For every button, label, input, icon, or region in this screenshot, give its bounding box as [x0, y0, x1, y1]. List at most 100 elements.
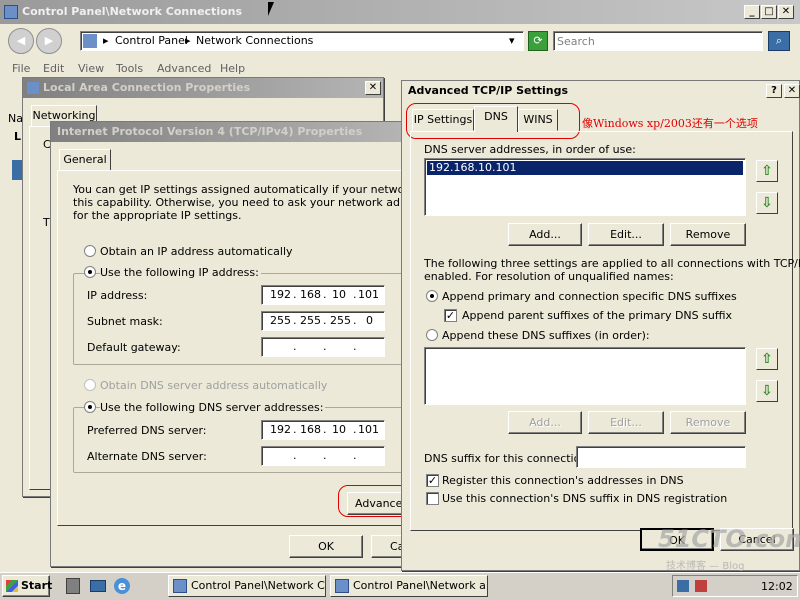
close-button[interactable]: ✕: [778, 5, 794, 19]
dropdown-icon[interactable]: ▾: [509, 34, 515, 47]
address-crumb-2[interactable]: Network Connections: [196, 34, 313, 47]
ip-octet: 168: [300, 288, 321, 301]
taskbar-item-network-adapters[interactable]: Control Panel\Network a...: [330, 575, 488, 597]
dns-servers-list[interactable]: 192.168.10.101: [424, 158, 746, 216]
use-following-ip-label[interactable]: Use the following IP address:: [100, 266, 261, 279]
watermark-sub: 技术博客 — Blog: [666, 561, 745, 572]
menu-tools[interactable]: Tools: [116, 62, 143, 75]
minimize-button[interactable]: _: [744, 5, 760, 19]
taskbar-item-network-connections[interactable]: Control Panel\Network C...: [168, 575, 326, 597]
menu-view[interactable]: View: [78, 62, 104, 75]
dns-edit-label: Edit...: [610, 228, 642, 241]
use-suffix-registration-label[interactable]: Use this connection's DNS suffix in DNS …: [442, 492, 727, 505]
move-down-button[interactable]: ⇩: [756, 192, 778, 214]
append-these-radio[interactable]: [426, 329, 438, 341]
address-crumb-1[interactable]: Control Panel: [115, 34, 188, 47]
menu-edit[interactable]: Edit: [43, 62, 64, 75]
suffix-move-down-button[interactable]: ⇩: [756, 380, 778, 402]
menu-bar: File Edit View Tools Advanced Help: [0, 60, 800, 78]
append-parent-checkbox[interactable]: ✓: [444, 309, 457, 322]
advanced-tcpip-dialog: Advanced TCP/IP Settings ? ✕ IP Settings…: [401, 80, 800, 572]
register-addresses-label[interactable]: Register this connection's addresses in …: [442, 474, 684, 487]
forward-button[interactable]: ▶: [36, 28, 62, 54]
refresh-button[interactable]: ⟳: [528, 31, 548, 51]
obtain-dns-auto-radio: [84, 379, 96, 391]
quicklaunch-server-icon[interactable]: [66, 578, 80, 594]
suffix-add-button[interactable]: Add...: [508, 411, 582, 434]
obtain-ip-auto-radio[interactable]: [84, 245, 96, 257]
suffix-edit-button[interactable]: Edit...: [588, 411, 664, 434]
advanced-close-button[interactable]: ✕: [784, 84, 800, 98]
use-suffix-registration-checkbox[interactable]: [426, 492, 439, 505]
menu-file[interactable]: File: [12, 62, 30, 75]
menu-advanced[interactable]: Advanced: [157, 62, 211, 75]
suffix-remove-button[interactable]: Remove: [670, 411, 746, 434]
ipv4-ok-button[interactable]: OK: [289, 535, 363, 558]
use-following-ip-radio[interactable]: [84, 266, 96, 278]
ipv4-title: Internet Protocol Version 4 (TCP/IPv4) P…: [57, 125, 363, 138]
quicklaunch-ie-icon[interactable]: e: [114, 578, 130, 594]
dns-add-label: Add...: [529, 228, 561, 241]
tab-general[interactable]: General: [59, 149, 111, 171]
subnet-mask-field[interactable]: 255 . 255 . 255 . 0: [261, 311, 385, 331]
dns-server-item[interactable]: 192.168.10.101: [427, 161, 743, 175]
address-bar[interactable]: ▸ Control Panel ▸ Network Connections ▾: [80, 31, 524, 51]
ipv4-titlebar: Internet Protocol Version 4 (TCP/IPv4) P…: [51, 122, 409, 142]
register-addresses-checkbox[interactable]: ✓: [426, 474, 439, 487]
obtain-ip-auto-label[interactable]: Obtain an IP address automatically: [100, 245, 293, 258]
quicklaunch-desktop-icon[interactable]: [90, 580, 106, 592]
ip-octet: 168: [300, 423, 321, 436]
ip-dot: .: [293, 340, 297, 353]
lan-close-button[interactable]: ✕: [365, 81, 381, 95]
ip-dot: .: [293, 314, 297, 327]
ip-dot: .: [323, 449, 327, 462]
use-following-dns-radio[interactable]: [84, 401, 96, 413]
network-tray-icon[interactable]: [677, 580, 689, 592]
append-primary-label[interactable]: Append primary and connection specific D…: [442, 290, 737, 303]
suffix-move-up-button[interactable]: ⇧: [756, 348, 778, 370]
ip-dot: .: [353, 449, 357, 462]
preferred-dns-field[interactable]: 192 . 168 . 10 . 101: [261, 420, 385, 440]
back-button[interactable]: ◀: [8, 28, 34, 54]
alternate-dns-field[interactable]: . . .: [261, 446, 385, 466]
append-these-label[interactable]: Append these DNS suffixes (in order):: [442, 329, 650, 342]
start-button[interactable]: Start: [2, 575, 52, 597]
network-icon: [12, 160, 22, 180]
append-parent-label[interactable]: Append parent suffixes of the primary DN…: [462, 309, 732, 322]
dns-servers-label: DNS server addresses, in order of use:: [424, 143, 636, 156]
info-text-line-2: enabled. For resolution of unqualified n…: [424, 270, 674, 283]
dns-add-button[interactable]: Add...: [508, 223, 582, 246]
back-arrow-icon: ◀: [16, 34, 26, 47]
sidebar-text: L: [14, 130, 22, 143]
suffix-remove-label: Remove: [685, 416, 731, 429]
dns-suffixes-list[interactable]: [424, 347, 746, 405]
help-button[interactable]: ?: [766, 84, 782, 98]
shield-tray-icon[interactable]: [695, 580, 707, 592]
default-gateway-label: Default gateway:: [87, 341, 181, 354]
dns-edit-button[interactable]: Edit...: [588, 223, 664, 246]
dns-suffix-field[interactable]: [576, 446, 746, 468]
ip-octet: 101: [358, 288, 379, 301]
menu-help[interactable]: Help: [220, 62, 245, 75]
maximize-button[interactable]: □: [761, 5, 777, 19]
ip-address-field[interactable]: 192 . 168 . 10 . 101: [261, 285, 385, 305]
move-up-button[interactable]: ⇧: [756, 160, 778, 182]
ip-dot: .: [293, 449, 297, 462]
tab-general-label: General: [63, 153, 107, 166]
search-icon: ⌕: [775, 34, 783, 47]
append-primary-radio[interactable]: [426, 290, 438, 302]
ip-octet: 101: [358, 423, 379, 436]
down-arrow-icon: ⇩: [761, 383, 773, 399]
default-gateway-field[interactable]: . . .: [261, 337, 385, 357]
tab-dns[interactable]: DNS: [474, 106, 518, 132]
ip-dot: .: [293, 288, 297, 301]
clock: 12:02: [761, 580, 793, 593]
watermark-main: 51CTO.com: [658, 525, 800, 553]
mouse-cursor-icon: [268, 2, 280, 16]
dns-remove-button[interactable]: Remove: [670, 223, 746, 246]
ipv4-properties-dialog: Internet Protocol Version 4 (TCP/IPv4) P…: [50, 121, 452, 567]
search-input[interactable]: Search: [553, 31, 763, 51]
use-following-dns-label[interactable]: Use the following DNS server addresses:: [100, 401, 326, 414]
search-button[interactable]: ⌕: [768, 31, 790, 51]
forward-arrow-icon: ▶: [44, 34, 54, 47]
